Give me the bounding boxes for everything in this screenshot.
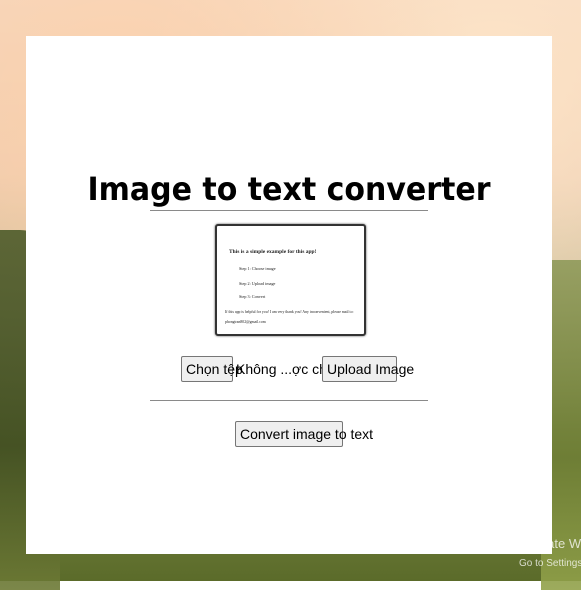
divider-bottom	[150, 400, 428, 401]
preview-title: This is a simple example for this app!	[229, 249, 317, 255]
example-image-preview: This is a simple example for this app! S…	[215, 224, 366, 336]
preview-step-1: Step 1: Choose image	[239, 266, 276, 271]
windows-activation-hint: Go to Settings	[519, 558, 581, 569]
divider-top	[150, 210, 428, 211]
converter-card: Image to text converter This is a simple…	[26, 36, 552, 554]
windows-activation-watermark: Activate Wi	[519, 536, 581, 551]
preview-step-3: Step 3: Convert	[239, 294, 266, 299]
preview-step-2: Step 2: Upload image	[239, 281, 276, 286]
preview-note: If this app is helpful for you! I am ver…	[225, 310, 354, 324]
choose-file-button[interactable]: Chọn tệp	[181, 356, 243, 382]
page-title: Image to text converter	[87, 170, 491, 209]
upload-image-button[interactable]: Upload Image	[322, 356, 414, 382]
convert-button[interactable]: Convert image to text	[235, 421, 373, 447]
